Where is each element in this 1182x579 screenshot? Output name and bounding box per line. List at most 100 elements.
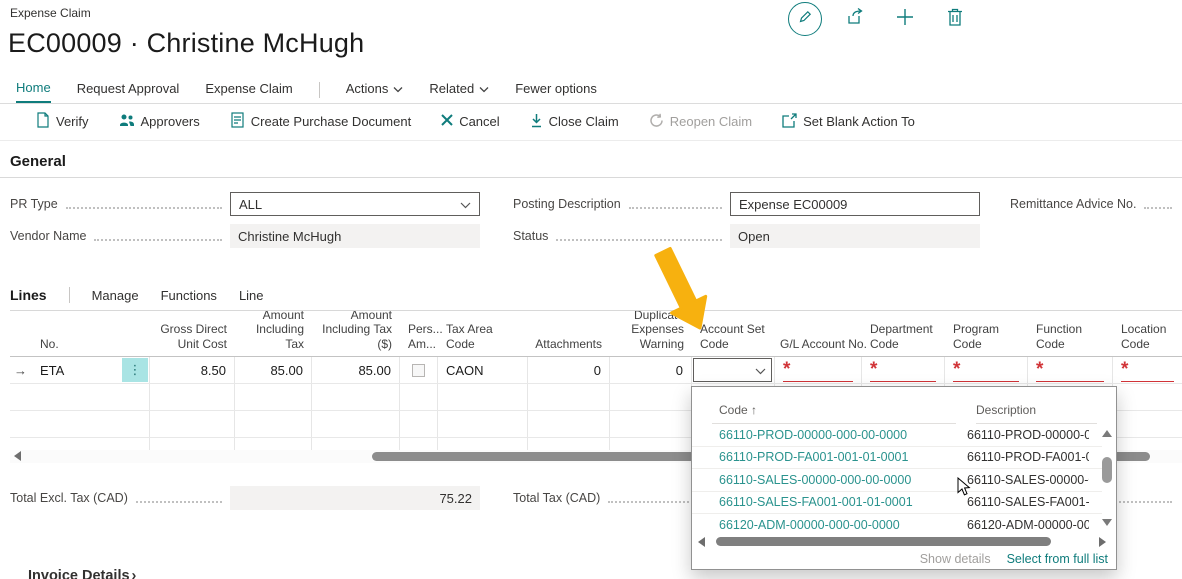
lines-menu-manage[interactable]: Manage xyxy=(92,288,139,303)
show-details-link[interactable]: Show details xyxy=(920,552,991,566)
lookup-code-link[interactable]: 66120-ADM-00000-000-00-0000 xyxy=(719,518,967,532)
dotted-leader xyxy=(556,239,722,241)
cell-gl-account-no[interactable]: * xyxy=(775,357,862,383)
lookup-code-link[interactable]: 66110-SALES-00000-000-00-0000 xyxy=(719,473,967,487)
tab-home[interactable]: Home xyxy=(16,80,51,103)
checkbox[interactable] xyxy=(412,364,425,377)
cell-amount-including-tax[interactable]: 85.00 xyxy=(235,357,312,383)
page-action-icons xyxy=(788,2,972,36)
lookup-code-link[interactable]: 66110-PROD-FA001-001-01-0001 xyxy=(719,450,967,464)
cell-attachments[interactable]: 0 xyxy=(528,357,610,383)
tab-actions[interactable]: Actions xyxy=(346,81,404,102)
divider xyxy=(69,287,70,303)
cell-tax-area-code[interactable]: CAON xyxy=(438,357,528,383)
lookup-row[interactable]: 66110-PROD-FA001-001-01-0001 66110-PROD-… xyxy=(692,447,1102,470)
close-claim-button[interactable]: Close Claim xyxy=(530,113,619,131)
invoice-details-section-title[interactable]: Invoice Details › xyxy=(28,568,136,579)
edit-button[interactable] xyxy=(788,2,822,36)
required-field-marker: * xyxy=(870,363,936,382)
set-blank-action-to-button[interactable]: Set Blank Action To xyxy=(782,113,915,131)
new-button[interactable] xyxy=(888,2,922,36)
lookup-code-link[interactable]: 66110-PROD-00000-000-00-0000 xyxy=(719,428,967,442)
trash-icon xyxy=(946,7,964,32)
lines-menu-functions[interactable]: Functions xyxy=(161,288,217,303)
scroll-left-arrow-icon[interactable] xyxy=(14,451,21,461)
col-location-code[interactable]: Location Code xyxy=(1113,311,1182,356)
col-department-code[interactable]: Department Code xyxy=(862,311,945,356)
scroll-up-arrow-icon[interactable] xyxy=(1102,430,1112,437)
lookup-vertical-scrollbar[interactable] xyxy=(1101,427,1113,537)
create-purchase-document-button[interactable]: Create Purchase Document xyxy=(230,112,411,131)
col-tax-area-code[interactable]: Tax Area Code xyxy=(438,311,528,356)
select-from-full-list-link[interactable]: Select from full list xyxy=(1007,552,1108,566)
required-field-marker: * xyxy=(783,363,853,382)
arrow-down-to-line-icon xyxy=(530,113,543,131)
dotted-leader xyxy=(94,239,222,241)
general-section-title[interactable]: General xyxy=(10,153,66,170)
page-title: EC00009 · Christine McHugh xyxy=(8,28,364,59)
cell-no[interactable]: ETA ⋮ xyxy=(32,357,150,383)
col-duplicate-expenses-warning[interactable]: Duplicate Expenses Warning xyxy=(610,311,692,356)
cell-duplicate-expenses-warning[interactable]: 0 xyxy=(610,357,692,383)
col-amount-including-tax-usd[interactable]: Amount Including Tax ($) xyxy=(312,311,400,356)
verify-document-icon xyxy=(36,112,50,131)
row-options-button[interactable]: ⋮ xyxy=(122,358,148,382)
cell-program-code[interactable]: * xyxy=(945,357,1028,383)
cell-location-code[interactable]: * xyxy=(1113,357,1182,383)
lookup-code-link[interactable]: 66110-SALES-FA001-001-01-0001 xyxy=(719,495,967,509)
col-attachments[interactable]: Attachments xyxy=(528,311,610,356)
tab-expense-claim[interactable]: Expense Claim xyxy=(205,81,292,102)
scroll-left-arrow-icon[interactable] xyxy=(698,537,705,547)
lookup-row[interactable]: 66110-SALES-00000-000-00-0000 66110-SALE… xyxy=(692,469,1102,492)
cell-department-code[interactable]: * xyxy=(862,357,945,383)
lines-section-title[interactable]: Lines xyxy=(10,287,47,303)
chevron-right-icon: › xyxy=(132,568,137,579)
tab-related[interactable]: Related xyxy=(429,81,489,102)
lookup-horizontal-scrollbar[interactable] xyxy=(696,536,1114,548)
col-gross-direct-unit-cost[interactable]: Gross Direct Unit Cost xyxy=(150,311,235,356)
lines-table-header: No. Gross Direct Unit Cost Amount Includ… xyxy=(10,311,1182,357)
col-pers-amount[interactable]: Pers... Am... xyxy=(400,311,438,356)
col-gl-account-no[interactable]: G/L Account No. xyxy=(775,311,862,356)
scrollbar-thumb[interactable] xyxy=(1102,457,1112,483)
status-value[interactable]: Open xyxy=(730,224,980,248)
lookup-col-description[interactable]: Description xyxy=(976,403,1036,417)
posting-description-input[interactable]: Expense EC00009 xyxy=(730,192,980,216)
col-no[interactable]: No. xyxy=(32,311,150,356)
lookup-col-code[interactable]: Code ↑ xyxy=(719,403,757,417)
purchase-document-icon xyxy=(230,112,245,131)
chevron-down-icon xyxy=(460,197,471,212)
lookup-row[interactable]: 66120-ADM-00000-000-00-0000 66120-ADM-00… xyxy=(692,514,1102,537)
pr-type-select[interactable]: ALL xyxy=(230,192,480,216)
vendor-name-value[interactable]: Christine McHugh xyxy=(230,224,480,248)
cell-pers-amount[interactable] xyxy=(400,357,438,383)
reopen-claim-button[interactable]: Reopen Claim xyxy=(649,113,752,131)
scroll-down-arrow-icon[interactable] xyxy=(1102,519,1112,526)
pr-type-field: PR Type ALL xyxy=(10,192,480,216)
tab-fewer-options[interactable]: Fewer options xyxy=(515,81,597,102)
pencil-icon xyxy=(796,8,814,31)
tab-request-approval[interactable]: Request Approval xyxy=(77,81,180,102)
verify-button[interactable]: Verify xyxy=(36,112,89,131)
scrollbar-thumb[interactable] xyxy=(716,537,1051,546)
action-bar: Verify Approvers Create Purchase Documen… xyxy=(36,112,915,131)
scroll-right-arrow-icon[interactable] xyxy=(1099,537,1106,547)
delete-button[interactable] xyxy=(938,2,972,36)
required-field-marker: * xyxy=(1036,363,1104,382)
dotted-leader xyxy=(136,501,222,503)
lookup-row[interactable]: 66110-SALES-FA001-001-01-0001 66110-SALE… xyxy=(692,492,1102,515)
col-amount-including-tax[interactable]: Amount Including Tax xyxy=(235,311,312,356)
lookup-row[interactable]: 66110-PROD-00000-000-00-0000 66110-PROD-… xyxy=(692,424,1102,447)
col-program-code[interactable]: Program Code xyxy=(945,311,1028,356)
pr-type-label: PR Type xyxy=(10,197,58,211)
cell-amount-including-tax-usd[interactable]: 85.00 xyxy=(312,357,400,383)
col-account-set-code[interactable]: Account Set Code xyxy=(692,311,775,356)
account-set-code-combobox[interactable] xyxy=(693,358,772,382)
cell-function-code[interactable]: * xyxy=(1028,357,1113,383)
cell-gross-direct-unit-cost[interactable]: 8.50 xyxy=(150,357,235,383)
cancel-button[interactable]: Cancel xyxy=(441,114,499,129)
lines-menu-line[interactable]: Line xyxy=(239,288,264,303)
col-function-code[interactable]: Function Code xyxy=(1028,311,1113,356)
share-button[interactable] xyxy=(838,2,872,36)
approvers-button[interactable]: Approvers xyxy=(119,113,200,130)
